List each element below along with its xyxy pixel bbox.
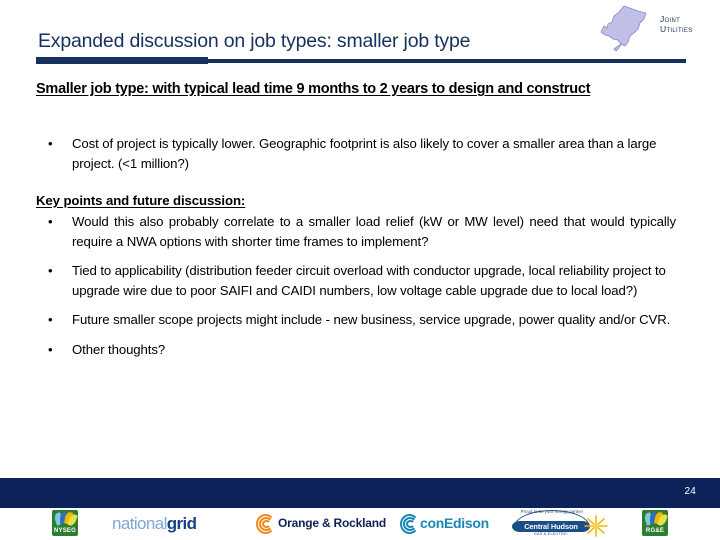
nyseg-logo: NYSEG — [52, 510, 78, 536]
joint-utilities-logo: Joint Utilities — [594, 2, 712, 54]
central-hudson-arc-text: Proud to be your energy partner — [520, 509, 584, 514]
key-points-heading-text: Key points and future discussion: — [36, 193, 246, 208]
nyseg-logo-label: NYSEG — [53, 528, 76, 534]
list-item-text: Future smaller scope projects might incl… — [72, 312, 671, 327]
list-item: • Future smaller scope projects might in… — [36, 310, 676, 330]
rge-logo-label: RG&E — [645, 528, 665, 534]
joint-utilities-line2: Utilities — [660, 24, 693, 34]
key-points-heading: Key points and future discussion: — [36, 192, 245, 210]
slide: Expanded discussion on job types: smalle… — [0, 0, 720, 540]
slide-header: Expanded discussion on job types: smalle… — [0, 0, 720, 70]
orange-rockland-label: Orange & Rockland — [278, 516, 386, 530]
title-rule-thin — [208, 59, 686, 63]
bullet-marker: • — [48, 263, 53, 278]
national-grid-label-bold: grid — [166, 514, 197, 533]
con-edison-swirl-icon — [400, 514, 419, 534]
con-edison-label: conEdison — [420, 515, 489, 531]
list-item: • Would this also probably correlate to … — [36, 212, 676, 251]
nyseg-leaf-icon — [53, 511, 78, 527]
list-item-text: Cost of project is typically lower. Geog… — [72, 136, 657, 171]
list-item: • Other thoughts? — [36, 340, 676, 360]
list-item-text: Tied to applicability (distribution feed… — [72, 263, 666, 298]
footer-band — [0, 478, 720, 508]
joint-utilities-wordmark: Joint Utilities — [660, 14, 712, 34]
list-item-text: Other thoughts? — [72, 341, 166, 357]
list-item: • Tied to applicability (distribution fe… — [36, 261, 676, 300]
national-grid-label-light: national — [112, 514, 167, 533]
page-title: Expanded discussion on job types: smalle… — [38, 30, 471, 52]
bullet-marker: • — [48, 341, 53, 357]
national-grid-logo: nationalgrid — [112, 514, 197, 534]
footer-logo-strip: NYSEG nationalgrid Orange & Rockland con… — [0, 508, 720, 540]
section-subheading: Smaller job type: with typical lead time… — [36, 79, 672, 100]
bullet-marker: • — [48, 214, 53, 229]
central-hudson-logo: Proud to be your energy partner Central … — [510, 509, 614, 539]
central-hudson-label: Central Hudson — [512, 521, 590, 532]
section-subheading-text: Smaller job type: with typical lead time… — [36, 81, 591, 97]
title-rule-thick — [36, 57, 208, 64]
bullet-marker: • — [48, 136, 53, 151]
key-points-bullet-list: • Would this also probably correlate to … — [36, 212, 676, 359]
page-number: 24 — [684, 486, 696, 497]
rge-leaf-icon — [643, 511, 668, 527]
list-item: • Cost of project is typically lower. Ge… — [36, 134, 676, 173]
joint-utilities-line1: Joint — [660, 14, 681, 24]
central-hudson-sunburst-icon — [584, 515, 608, 537]
intro-bullet-list: • Cost of project is typically lower. Ge… — [36, 134, 676, 173]
orange-rockland-swirl-icon — [256, 514, 275, 534]
bullet-marker: • — [48, 312, 53, 327]
rge-logo: RG&E — [642, 510, 668, 536]
new-york-state-map-icon — [600, 5, 647, 52]
slide-body: Smaller job type: with typical lead time… — [0, 72, 720, 472]
central-hudson-sublabel: GAS & ELECTRIC — [533, 532, 569, 536]
list-item-text: Would this also probably correlate to a … — [72, 214, 676, 249]
